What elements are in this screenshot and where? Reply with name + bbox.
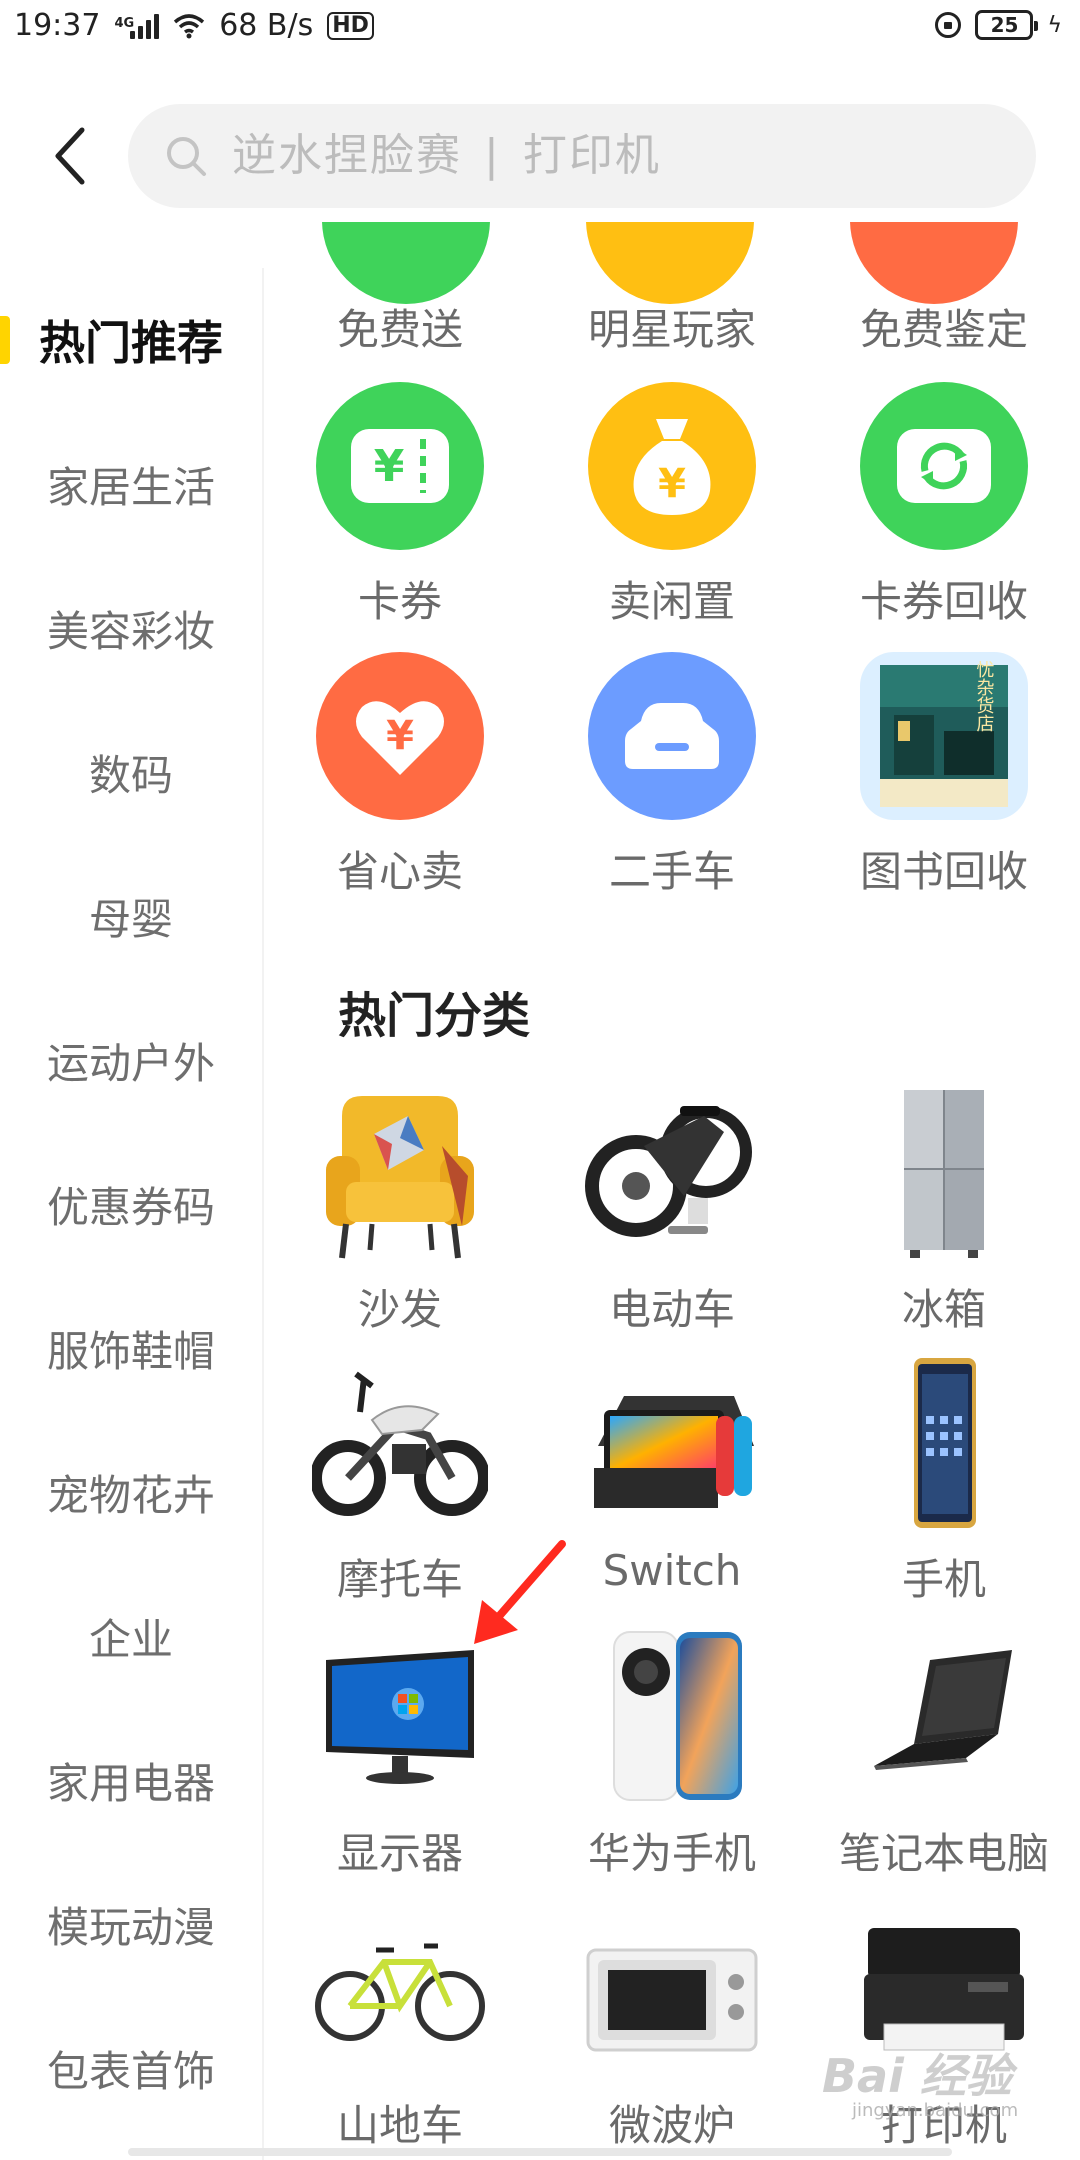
money-bag-icon: ¥ xyxy=(588,382,756,550)
category-label: 摩托车 xyxy=(336,1555,463,1604)
service-label: 免费送 xyxy=(336,305,463,354)
category-monitor[interactable]: 显示器 xyxy=(300,1630,500,1881)
book-cover-image: 解忧杂货店 xyxy=(860,652,1028,820)
battery-icon: 25 xyxy=(975,10,1039,40)
category-microwave[interactable]: 微波炉 xyxy=(572,1902,772,2153)
wifi-icon xyxy=(174,13,205,38)
sidebar-item-sports[interactable]: 运动户外 xyxy=(0,988,262,1132)
category-e-bike[interactable]: 电动车 xyxy=(572,1086,772,1337)
service-easy-sell[interactable]: ¥ 省心卖 xyxy=(300,652,500,899)
service-star-player[interactable]: 明星玩家 xyxy=(572,296,772,357)
service-free-appraisal[interactable]: 免费鉴定 xyxy=(844,296,1044,357)
section-title-hot-categories: 热门分类 xyxy=(338,988,531,1044)
cellular-signal-icon: 4G xyxy=(114,13,160,39)
rotation-lock-icon xyxy=(935,12,962,38)
category-label: 手机 xyxy=(901,1555,986,1604)
back-arrow-icon[interactable] xyxy=(52,126,86,186)
voucher-icon: ¥ xyxy=(316,382,484,550)
svg-text:¥: ¥ xyxy=(658,461,686,507)
switch-console-image xyxy=(584,1356,760,1532)
monitor-image xyxy=(312,1630,488,1806)
sidebar-item-coupons[interactable]: 优惠券码 xyxy=(0,1132,262,1276)
clock: 19:37 xyxy=(14,8,101,43)
category-refrigerator[interactable]: 冰箱 xyxy=(844,1086,1044,1337)
book-title-text: 解忧杂货店 xyxy=(974,661,995,732)
sidebar-item-pets-flowers[interactable]: 宠物花卉 xyxy=(0,1420,262,1564)
sidebar-item-baby[interactable]: 母婴 xyxy=(0,844,262,988)
hd-voice-icon: HD xyxy=(327,11,374,40)
service-label: 图书回收 xyxy=(859,847,1028,896)
category-label: 电动车 xyxy=(608,1285,735,1334)
heart-icon: ¥ xyxy=(316,652,484,820)
service-label: 二手车 xyxy=(608,847,735,896)
status-bar: 19:37 4G 68 B/s HD 25 ϟ xyxy=(0,0,1080,56)
category-mountain-bike[interactable]: 山地车 xyxy=(300,1902,500,2153)
appraisal-icon xyxy=(850,222,1018,304)
search-icon xyxy=(167,137,206,176)
service-used-car[interactable]: 二手车 xyxy=(572,652,772,899)
service-label: 明星玩家 xyxy=(587,305,756,354)
category-label: 笔记本电脑 xyxy=(838,1829,1049,1878)
e-bike-image xyxy=(584,1086,760,1262)
refrigerator-image xyxy=(856,1086,1032,1262)
category-laptop[interactable]: 笔记本电脑 xyxy=(839,1630,1049,1881)
gift-icon xyxy=(322,222,490,304)
sidebar-item-home-living[interactable]: 家居生活 xyxy=(0,412,262,556)
service-label: 卡券 xyxy=(357,577,442,626)
category-sidebar: 热门推荐 家居生活 美容彩妆 数码 母婴 运动户外 优惠券码 服饰鞋帽 宠物花卉… xyxy=(0,268,264,2160)
category-huawei-phone[interactable]: 华为手机 xyxy=(572,1630,772,1881)
category-motorcycle[interactable]: 摩托车 xyxy=(300,1356,500,1607)
charging-icon: ϟ xyxy=(1047,12,1062,38)
category-label: 微波炉 xyxy=(608,2101,735,2150)
svg-text:¥: ¥ xyxy=(374,441,405,492)
sidebar-item-toys-anime[interactable]: 模玩动漫 xyxy=(0,1852,262,1996)
huawei-phone-image xyxy=(584,1630,760,1806)
search-input[interactable]: 逆水捏脸赛 | 打印机 xyxy=(128,104,1036,208)
network-speed: 68 B/s xyxy=(219,8,314,43)
category-switch[interactable]: Switch xyxy=(572,1356,772,1595)
sidebar-item-digital[interactable]: 数码 xyxy=(0,700,262,844)
sofa-image xyxy=(312,1086,488,1262)
microwave-image xyxy=(584,1902,760,2078)
category-label: 山地车 xyxy=(336,2101,463,2150)
car-icon xyxy=(588,652,756,820)
category-sofa[interactable]: 沙发 xyxy=(300,1086,500,1337)
category-mobile-phone[interactable]: 手机 xyxy=(844,1356,1044,1607)
category-label: 华为手机 xyxy=(587,1829,756,1878)
exchange-icon xyxy=(860,382,1028,550)
service-card-voucher[interactable]: ¥ 卡券 xyxy=(300,382,500,629)
category-label: Switch xyxy=(602,1546,742,1595)
baidu-jingyan-watermark: Bai 经验 jingyan.baidu.com xyxy=(822,2049,1019,2121)
search-placeholder: 逆水捏脸赛 | 打印机 xyxy=(232,130,661,181)
mountain-bike-image xyxy=(312,1902,488,2078)
sidebar-item-hot[interactable]: 热门推荐 xyxy=(0,268,262,412)
category-label: 显示器 xyxy=(336,1829,463,1878)
category-label: 冰箱 xyxy=(901,1285,986,1334)
phone-image xyxy=(856,1356,1032,1532)
service-book-recycle[interactable]: 解忧杂货店 图书回收 xyxy=(844,652,1044,899)
sidebar-item-apparel[interactable]: 服饰鞋帽 xyxy=(0,1276,262,1420)
svg-text:¥: ¥ xyxy=(386,713,414,759)
sidebar-item-bags-jewelry[interactable]: 包表首饰 xyxy=(0,1996,262,2140)
sidebar-item-enterprise[interactable]: 企业 xyxy=(0,1564,262,1708)
service-free-giveaway[interactable]: 免费送 xyxy=(300,296,500,357)
sidebar-item-appliances[interactable]: 家用电器 xyxy=(0,1708,262,1852)
laptop-image xyxy=(856,1630,1032,1806)
service-sell-idle[interactable]: ¥ 卖闲置 xyxy=(572,382,772,629)
service-label: 免费鉴定 xyxy=(859,305,1028,354)
service-label: 卡券回收 xyxy=(859,577,1028,626)
sidebar-item-beauty[interactable]: 美容彩妆 xyxy=(0,556,262,700)
service-label: 卖闲置 xyxy=(608,577,735,626)
service-label: 省心卖 xyxy=(336,847,463,896)
scroll-indicator xyxy=(128,2148,952,2156)
motorcycle-image xyxy=(310,1356,490,1532)
category-label: 沙发 xyxy=(357,1285,442,1334)
star-player-icon xyxy=(586,222,754,304)
service-voucher-recycle[interactable]: 卡券回收 xyxy=(844,382,1044,629)
